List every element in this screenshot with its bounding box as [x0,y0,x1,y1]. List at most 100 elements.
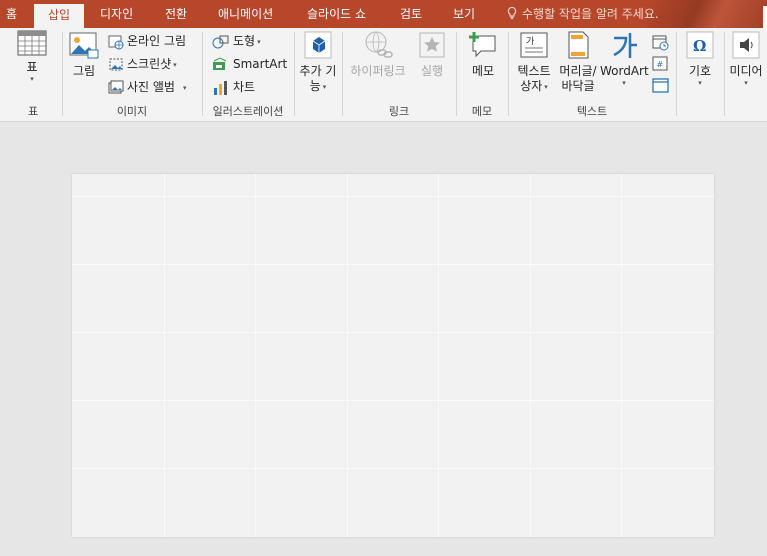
tell-me-search[interactable]: 수행할 작업을 알려 주세요. [505,0,659,28]
ribbon-tab-bar: 홈 삽입 디자인 전환 애니메이션 슬라이드 쇼 검토 보기 수행할 작업을 알… [0,0,767,28]
addins-label-line1: 추가 기 [299,64,337,78]
media-button[interactable]: 미디어 ▾ [726,30,766,88]
chevron-down-icon: ▾ [744,79,748,87]
shapes-label: 도형 [233,34,256,48]
date-time-icon [652,35,669,50]
gridline [72,196,714,197]
symbol-label: 기호 [688,64,712,78]
comment-label: 메모 [471,64,495,78]
online-pictures-label: 온라인 그림 [127,34,187,48]
addins-button[interactable]: 추가 기 능 ▾ [296,30,340,95]
star-action-icon [419,32,445,58]
picture-button-label: 그림 [72,64,96,78]
table-button[interactable]: 표 ▾ [14,30,50,84]
date-time-button[interactable] [652,32,673,52]
symbol-button[interactable]: Ω 기호 ▾ [682,30,718,88]
shapes-button[interactable]: 도형 ▾ [212,31,261,51]
chart-button[interactable]: 차트 [212,77,255,97]
tab-insert[interactable]: 삽입 [34,4,84,28]
tab-view[interactable]: 보기 [453,0,475,28]
gridline [72,468,714,469]
smartart-button[interactable]: SmartArt [212,54,287,74]
group-media: 미디어 ▾ [724,28,767,122]
screenshot-icon [109,58,123,70]
svg-text:Ω: Ω [693,37,706,55]
slide-number-icon: # [652,56,668,70]
gridline [72,400,714,401]
textbox-label-line1: 텍스트 [517,64,551,78]
object-button[interactable] [652,75,673,95]
group-label-table: 표 [27,105,39,118]
group-comments: 메모 메모 [456,28,508,122]
picture-button[interactable]: 그림 [66,30,102,79]
wordart-icon [613,33,637,58]
hyperlink-button[interactable]: 하이퍼링크 [346,30,410,79]
chart-icon [214,80,227,95]
slide-canvas[interactable] [72,174,714,537]
screenshot-button[interactable]: 스크린샷 ▾ [108,54,177,74]
gridline [621,174,622,537]
gridline [72,332,714,333]
tell-me-text: 수행할 작업을 알려 주세요. [522,7,659,21]
group-symbols: Ω 기호 ▾ [676,28,724,122]
chevron-down-icon: ▾ [173,61,177,69]
hyperlink-icon [365,31,393,58]
wordart-button[interactable]: WordArt ▾ [600,30,649,88]
gridline [72,264,714,265]
online-pictures-button[interactable]: 온라인 그림 [108,31,186,51]
table-button-label: 표 [26,60,38,74]
lightbulb-icon [507,6,517,20]
chevron-down-icon: ▾ [322,83,327,91]
speaker-icon [732,31,760,59]
textbox-icon: 가 [520,32,548,58]
action-button[interactable]: 실행 [414,30,450,79]
gridline [530,174,531,537]
photo-album-label: 사진 앨범 [127,80,175,94]
chevron-down-icon: ▾ [182,84,187,92]
svg-text:#: # [657,60,664,69]
textbox-button[interactable]: 가 텍스트 상자 ▾ [512,30,556,95]
media-label: 미디어 [729,64,763,78]
addins-label-line2: 능 [309,79,321,93]
screenshot-label: 스크린샷 [127,57,172,71]
tab-transitions[interactable]: 전환 [165,0,187,28]
wordart-label: WordArt [600,64,649,78]
header-footer-label-line2: 바닥글 [561,79,595,93]
textbox-label-line2: 상자 [520,79,543,93]
group-label-images: 이미지 [116,105,148,118]
tab-design[interactable]: 디자인 [100,0,133,28]
group-label-text: 텍스트 [576,105,608,118]
gridline [438,174,439,537]
group-table: 표 ▾ 표 [0,28,62,122]
object-icon [652,77,669,93]
window-edge [763,6,767,28]
svg-text:가: 가 [526,36,534,47]
chart-label: 차트 [233,80,256,94]
slide-number-button[interactable]: # [652,53,673,73]
picture-icon [69,32,99,59]
online-pictures-icon [108,35,124,49]
chevron-down-icon: ▾ [622,79,626,87]
gridline [347,174,348,537]
comment-button[interactable]: 메모 [464,30,502,79]
header-footer-button[interactable]: 머리글/ 바닥글 [556,30,600,94]
chevron-down-icon: ▾ [698,79,702,87]
chevron-down-icon: ▾ [544,83,548,91]
group-label-illustrations: 일러스트레이션 [212,105,284,118]
group-text: 가 텍스트 상자 ▾ 머리글/ 바닥글 WordArt ▾ # 텍스트 [508,28,676,122]
store-icon [304,31,332,59]
group-label-links: 링크 [388,105,410,118]
gridline [164,174,165,537]
smartart-icon [213,56,227,70]
chevron-down-icon: ▾ [30,75,34,83]
smartart-label: SmartArt [233,57,288,71]
tab-review[interactable]: 검토 [400,0,422,28]
tab-animations[interactable]: 애니메이션 [218,0,273,28]
tab-slideshow[interactable]: 슬라이드 쇼 [307,0,366,28]
omega-icon: Ω [686,31,714,59]
chevron-down-icon: ▾ [257,38,261,46]
tab-home[interactable]: 홈 [6,0,17,28]
group-illustrations: 도형 ▾ SmartArt 차트 일러스트레이션 [202,28,294,122]
photo-album-button[interactable]: 사진 앨범 ▾ [108,77,187,97]
title-bar-decoration [647,0,767,28]
